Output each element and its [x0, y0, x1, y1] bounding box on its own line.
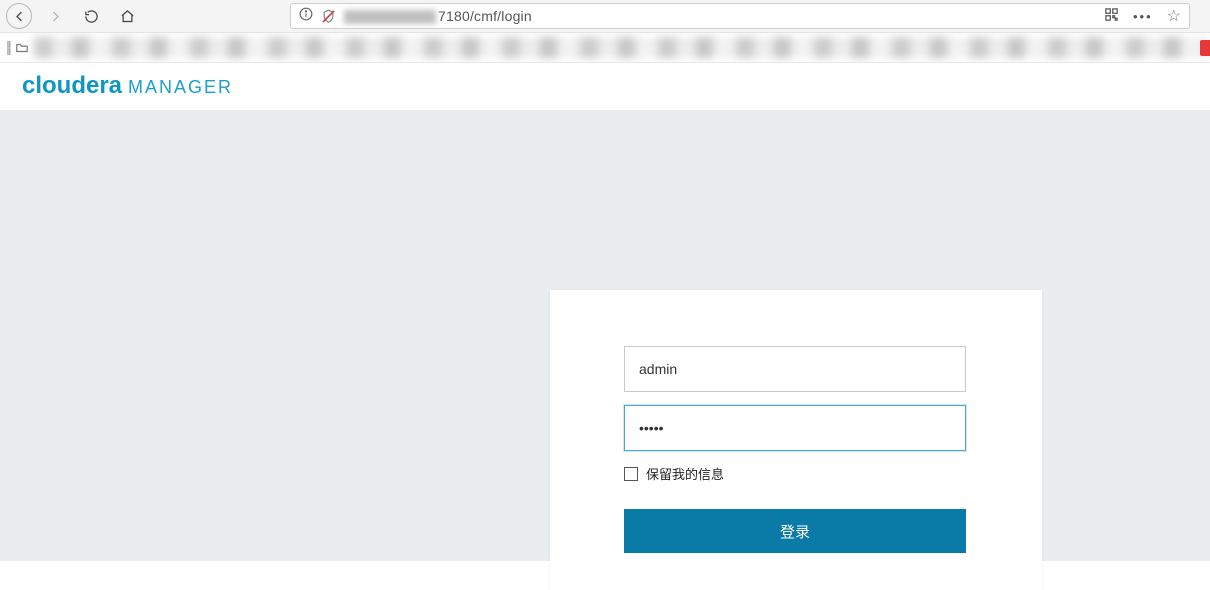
reload-button[interactable] — [78, 3, 104, 29]
back-button[interactable] — [6, 3, 32, 29]
remember-me-row[interactable]: 保留我的信息 — [624, 464, 968, 483]
username-input[interactable] — [624, 346, 966, 392]
sidebar-toggle-icon[interactable]: || — [6, 39, 10, 56]
brand-primary: cloudera — [22, 72, 122, 100]
browser-toolbar: 7180/cmf/login ••• ☆ — [0, 0, 1210, 33]
app-header: cloudera MANAGER — [0, 63, 1210, 110]
tracking-protection-disabled-icon[interactable] — [321, 9, 336, 24]
login-card: 保留我的信息 登录 — [550, 290, 1042, 590]
home-button[interactable] — [114, 3, 140, 29]
remember-me-label: 保留我的信息 — [646, 464, 724, 483]
page-actions-icon[interactable]: ••• — [1133, 9, 1153, 24]
bookmarks-overflow-icon[interactable] — [1200, 40, 1210, 56]
remember-me-checkbox[interactable] — [624, 467, 638, 481]
bookmark-star-icon[interactable]: ☆ — [1167, 6, 1181, 26]
password-input[interactable] — [624, 405, 966, 451]
brand-logo: cloudera MANAGER — [22, 72, 233, 100]
url-bar[interactable]: 7180/cmf/login ••• ☆ — [290, 3, 1190, 29]
forward-button[interactable] — [42, 3, 68, 29]
qr-icon[interactable] — [1104, 7, 1119, 25]
page-body: 保留我的信息 登录 — [0, 110, 1210, 561]
url-text: 7180/cmf/login — [344, 8, 532, 24]
site-info-icon[interactable] — [299, 7, 313, 26]
login-button[interactable]: 登录 — [624, 509, 966, 553]
bookmark-folder-icon[interactable] — [14, 41, 30, 55]
brand-secondary: MANAGER — [128, 77, 233, 98]
bookmarks-blurred — [34, 37, 1206, 58]
bookmarks-bar: || — [0, 33, 1210, 63]
